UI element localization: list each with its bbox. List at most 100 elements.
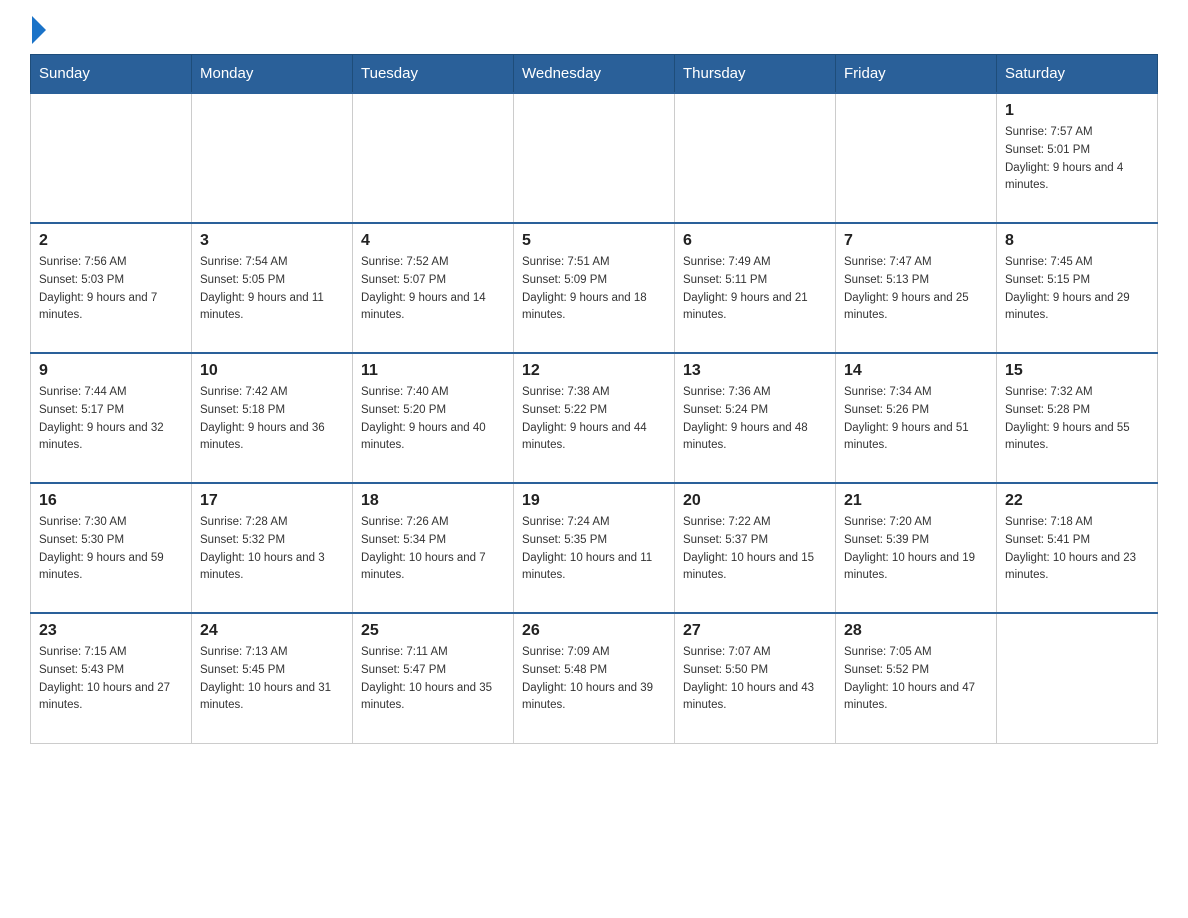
day-number: 16 [39,492,183,510]
day-number: 8 [1005,232,1149,250]
day-info: Sunrise: 7:38 AMSunset: 5:22 PMDaylight:… [522,384,666,455]
day-number: 10 [200,362,344,380]
calendar-cell: 27 Sunrise: 7:07 AMSunset: 5:50 PMDayligh… [675,613,836,743]
calendar-cell: 14 Sunrise: 7:34 AMSunset: 5:26 PMDayligh… [836,353,997,483]
weekday-header-sunday: Sunday [31,55,192,94]
calendar-cell: 7 Sunrise: 7:47 AMSunset: 5:13 PMDaylight… [836,223,997,353]
calendar-week-row-4: 16 Sunrise: 7:30 AMSunset: 5:30 PMDayligh… [31,483,1158,613]
day-info: Sunrise: 7:47 AMSunset: 5:13 PMDaylight:… [844,254,988,325]
day-number: 14 [844,362,988,380]
calendar-cell: 24 Sunrise: 7:13 AMSunset: 5:45 PMDayligh… [192,613,353,743]
calendar-cell: 11 Sunrise: 7:40 AMSunset: 5:20 PMDayligh… [353,353,514,483]
calendar-cell: 12 Sunrise: 7:38 AMSunset: 5:22 PMDayligh… [514,353,675,483]
calendar-cell: 22 Sunrise: 7:18 AMSunset: 5:41 PMDayligh… [997,483,1158,613]
calendar-cell: 10Sunrise: 7:42 AMSunset: 5:18 PMDayligh… [192,353,353,483]
day-info: Sunrise: 7:20 AMSunset: 5:39 PMDaylight:… [844,514,988,585]
calendar-cell: 15 Sunrise: 7:32 AMSunset: 5:28 PMDayligh… [997,353,1158,483]
calendar-cell: 16 Sunrise: 7:30 AMSunset: 5:30 PMDayligh… [31,483,192,613]
day-info: Sunrise: 7:51 AMSunset: 5:09 PMDaylight:… [522,254,666,325]
weekday-header-tuesday: Tuesday [353,55,514,94]
logo-arrow-icon [32,16,46,44]
calendar-cell: 4 Sunrise: 7:52 AMSunset: 5:07 PMDaylight… [353,223,514,353]
day-number: 7 [844,232,988,250]
day-number: 20 [683,492,827,510]
calendar-cell: 21Sunrise: 7:20 AMSunset: 5:39 PMDayligh… [836,483,997,613]
day-number: 1 [1005,102,1149,120]
day-info: Sunrise: 7:24 AMSunset: 5:35 PMDaylight:… [522,514,666,585]
page-header [30,20,1158,44]
day-number: 4 [361,232,505,250]
day-number: 6 [683,232,827,250]
calendar-week-row-5: 23Sunrise: 7:15 AMSunset: 5:43 PMDayligh… [31,613,1158,743]
calendar-cell: 5 Sunrise: 7:51 AMSunset: 5:09 PMDaylight… [514,223,675,353]
calendar-cell: 19 Sunrise: 7:24 AMSunset: 5:35 PMDayligh… [514,483,675,613]
day-info: Sunrise: 7:32 AMSunset: 5:28 PMDaylight:… [1005,384,1149,455]
day-info: Sunrise: 7:09 AMSunset: 5:48 PMDaylight:… [522,644,666,715]
day-number: 17 [200,492,344,510]
calendar-cell [675,93,836,223]
day-info: Sunrise: 7:36 AMSunset: 5:24 PMDaylight:… [683,384,827,455]
logo [30,20,46,44]
calendar-cell: 18 Sunrise: 7:26 AMSunset: 5:34 PMDayligh… [353,483,514,613]
day-info: Sunrise: 7:13 AMSunset: 5:45 PMDaylight:… [200,644,344,715]
day-info: Sunrise: 7:40 AMSunset: 5:20 PMDaylight:… [361,384,505,455]
calendar-cell: 6 Sunrise: 7:49 AMSunset: 5:11 PMDaylight… [675,223,836,353]
weekday-header-wednesday: Wednesday [514,55,675,94]
calendar-cell: 17 Sunrise: 7:28 AMSunset: 5:32 PMDayligh… [192,483,353,613]
day-number: 13 [683,362,827,380]
calendar-cell: 13 Sunrise: 7:36 AMSunset: 5:24 PMDayligh… [675,353,836,483]
day-number: 28 [844,622,988,640]
calendar-week-row-2: 2 Sunrise: 7:56 AMSunset: 5:03 PMDaylight… [31,223,1158,353]
calendar-week-row-1: 1 Sunrise: 7:57 AMSunset: 5:01 PMDaylight… [31,93,1158,223]
calendar-cell [31,93,192,223]
weekday-header-thursday: Thursday [675,55,836,94]
calendar-week-row-3: 9Sunrise: 7:44 AMSunset: 5:17 PMDaylight… [31,353,1158,483]
weekday-header-saturday: Saturday [997,55,1158,94]
day-info: Sunrise: 7:30 AMSunset: 5:30 PMDaylight:… [39,514,183,585]
calendar-cell: 23Sunrise: 7:15 AMSunset: 5:43 PMDayligh… [31,613,192,743]
calendar-cell [192,93,353,223]
calendar-cell: 26 Sunrise: 7:09 AMSunset: 5:48 PMDayligh… [514,613,675,743]
calendar-cell: 28Sunrise: 7:05 AMSunset: 5:52 PMDayligh… [836,613,997,743]
calendar-cell [353,93,514,223]
day-info: Sunrise: 7:11 AMSunset: 5:47 PMDaylight:… [361,644,505,715]
day-number: 5 [522,232,666,250]
day-number: 12 [522,362,666,380]
day-number: 22 [1005,492,1149,510]
day-info: Sunrise: 7:45 AMSunset: 5:15 PMDaylight:… [1005,254,1149,325]
calendar-cell: 3 Sunrise: 7:54 AMSunset: 5:05 PMDaylight… [192,223,353,353]
day-number: 3 [200,232,344,250]
calendar-cell [997,613,1158,743]
day-info: Sunrise: 7:07 AMSunset: 5:50 PMDaylight:… [683,644,827,715]
day-info: Sunrise: 7:26 AMSunset: 5:34 PMDaylight:… [361,514,505,585]
day-info: Sunrise: 7:52 AMSunset: 5:07 PMDaylight:… [361,254,505,325]
calendar-cell: 2 Sunrise: 7:56 AMSunset: 5:03 PMDaylight… [31,223,192,353]
day-info: Sunrise: 7:28 AMSunset: 5:32 PMDaylight:… [200,514,344,585]
day-number: 19 [522,492,666,510]
day-number: 26 [522,622,666,640]
day-number: 15 [1005,362,1149,380]
weekday-header-row: SundayMondayTuesdayWednesdayThursdayFrid… [31,55,1158,94]
day-number: 9 [39,362,183,380]
calendar-cell: 8 Sunrise: 7:45 AMSunset: 5:15 PMDaylight… [997,223,1158,353]
calendar-cell: 1 Sunrise: 7:57 AMSunset: 5:01 PMDaylight… [997,93,1158,223]
day-info: Sunrise: 7:34 AMSunset: 5:26 PMDaylight:… [844,384,988,455]
day-info: Sunrise: 7:49 AMSunset: 5:11 PMDaylight:… [683,254,827,325]
calendar-cell [514,93,675,223]
calendar-cell: 20 Sunrise: 7:22 AMSunset: 5:37 PMDayligh… [675,483,836,613]
day-info: Sunrise: 7:22 AMSunset: 5:37 PMDaylight:… [683,514,827,585]
weekday-header-friday: Friday [836,55,997,94]
day-info: Sunrise: 7:18 AMSunset: 5:41 PMDaylight:… [1005,514,1149,585]
weekday-header-monday: Monday [192,55,353,94]
day-number: 2 [39,232,183,250]
day-info: Sunrise: 7:57 AMSunset: 5:01 PMDaylight:… [1005,124,1149,195]
day-number: 11 [361,362,505,380]
day-number: 27 [683,622,827,640]
day-number: 25 [361,622,505,640]
calendar-table: SundayMondayTuesdayWednesdayThursdayFrid… [30,54,1158,744]
day-info: Sunrise: 7:56 AMSunset: 5:03 PMDaylight:… [39,254,183,325]
day-number: 24 [200,622,344,640]
day-number: 18 [361,492,505,510]
day-info: Sunrise: 7:54 AMSunset: 5:05 PMDaylight:… [200,254,344,325]
day-number: 23 [39,622,183,640]
